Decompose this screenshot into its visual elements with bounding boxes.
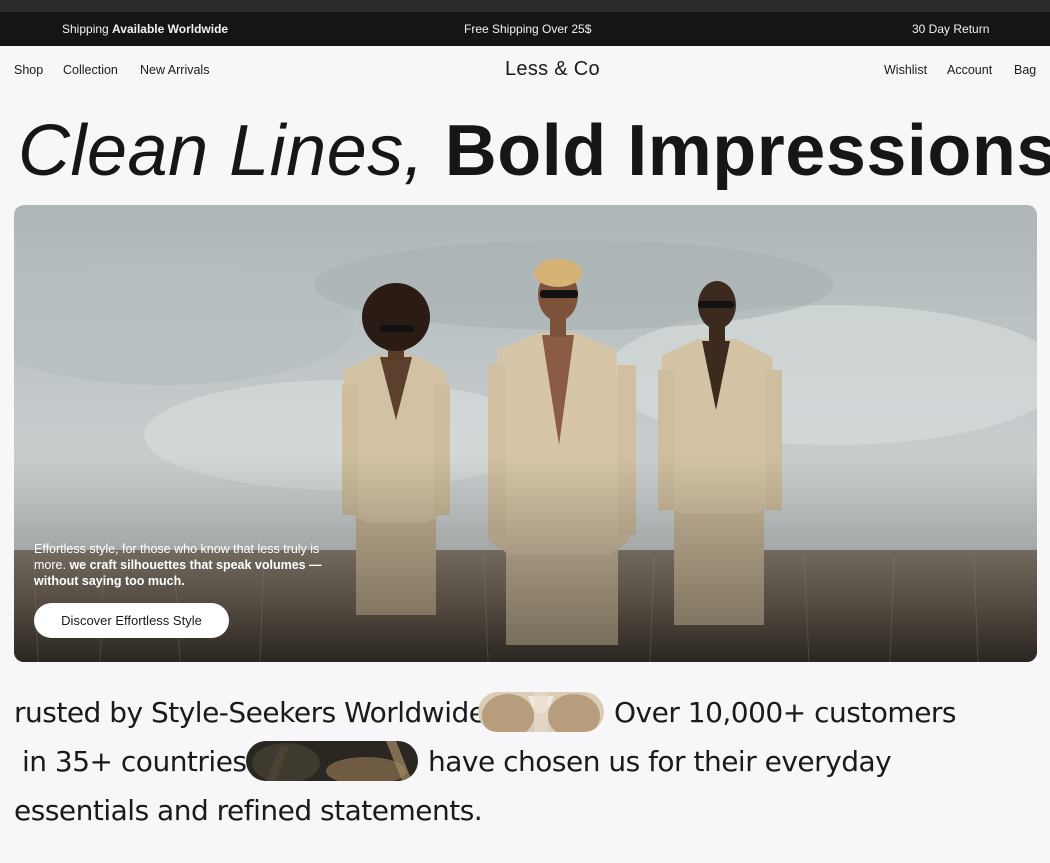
nav-bag[interactable]: Bag — [1014, 63, 1036, 77]
nav-shop[interactable]: Shop — [14, 63, 43, 77]
announcement-shipping: Shipping Available Worldwide — [62, 22, 229, 36]
announcement-bar: Shipping Available Worldwide Free Shippi… — [0, 12, 1050, 46]
top-strip — [0, 0, 1050, 12]
trust-pill-image-2 — [246, 741, 418, 781]
hero-description: Effortless style, for those who know tha… — [34, 542, 322, 588]
main-nav: Shop Collection New Arrivals Less & Co W… — [0, 46, 1050, 94]
hero-banner: Effortless style, for those who know tha… — [14, 205, 1037, 662]
nav-new-arrivals[interactable]: New Arrivals — [140, 63, 209, 77]
nav-collection[interactable]: Collection — [63, 63, 118, 77]
headline-italic: Clean Lines, — [18, 111, 425, 191]
nav-wishlist[interactable]: Wishlist — [884, 63, 927, 77]
nav-account[interactable]: Account — [947, 63, 992, 77]
trust-text-2: Over 10,000+ customers — [614, 696, 957, 729]
discover-effortless-style-button[interactable]: Discover Effortless Style — [34, 603, 229, 638]
page-headline: Clean Lines, Bold Impressions — [18, 108, 1050, 194]
brand-logo[interactable]: Less & Co — [505, 58, 600, 81]
hero-image — [14, 205, 1037, 662]
trust-text-3: in 35+ countries — [22, 745, 247, 778]
trust-text-1: rusted by Style-Seekers Worldwide — [14, 696, 486, 729]
trust-text-4: have chosen us for their everyday — [428, 745, 892, 778]
trust-text-5: essentials and refined statements. — [14, 794, 483, 827]
announcement-free-shipping: Free Shipping Over 25$ — [464, 22, 592, 36]
headline-regular: Bold Impressions — [444, 111, 1050, 191]
trust-pill-image-1 — [478, 692, 604, 732]
announcement-returns: 30 Day Return — [912, 22, 990, 36]
